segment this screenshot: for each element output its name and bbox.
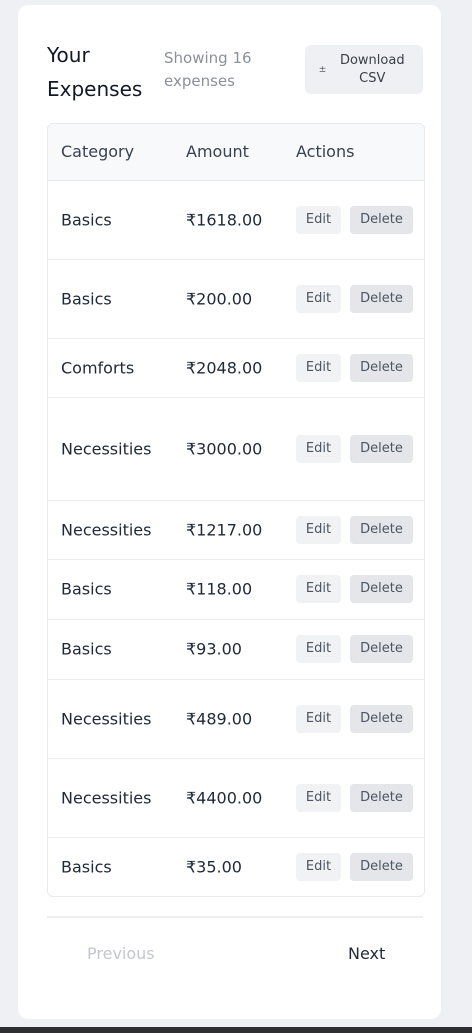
table-row: Basics ₹118.00 Edit Delete [48, 559, 424, 620]
expenses-table: Category Amount Actions Basics ₹1618.00 Ed… [47, 123, 425, 897]
amount-cell: ₹200.00 [186, 289, 253, 308]
table-row: Necessities ₹489.00 Edit Delete [48, 679, 424, 759]
table-row: Necessities ₹4400.00 Edit Delete [48, 758, 424, 838]
edit-button[interactable]: Edit [296, 284, 341, 313]
delete-button[interactable]: Delete [350, 852, 413, 881]
edit-button[interactable]: Edit [296, 783, 341, 812]
previous-button[interactable]: Previous [87, 944, 155, 963]
page-background: Your Expenses Showing 16 expenses ± Down… [0, 0, 472, 1027]
download-icon: ± [318, 64, 327, 75]
category-cell: Necessities [61, 788, 152, 807]
table-row: Basics ₹1618.00 Edit Delete [48, 180, 424, 260]
category-cell: Comforts [61, 358, 135, 377]
category-cell: Basics [61, 857, 112, 876]
amount-cell: ₹93.00 [186, 639, 242, 659]
edit-button[interactable]: Edit [296, 515, 341, 544]
category-cell: Necessities [61, 520, 152, 539]
next-button[interactable]: Next [348, 944, 385, 963]
column-header-amount: Amount [186, 142, 249, 161]
delete-button[interactable]: Delete [350, 635, 413, 663]
category-cell: Basics [61, 579, 112, 599]
column-header-category: Category [61, 142, 135, 161]
category-cell: Necessities [61, 439, 152, 458]
amount-cell: ₹2048.00 [186, 358, 263, 377]
amount-cell: ₹1217.00 [186, 520, 263, 539]
delete-button[interactable]: Delete [350, 575, 413, 603]
table-row: Basics ₹93.00 Edit Delete [48, 619, 424, 680]
table-row: Necessities ₹3000.00 Edit Delete [48, 397, 424, 501]
edit-button[interactable]: Edit [296, 353, 341, 382]
amount-cell: ₹1618.00 [186, 210, 263, 229]
page-title: Your Expenses [47, 43, 143, 101]
delete-button[interactable]: Delete [350, 205, 413, 234]
category-cell: Basics [61, 210, 112, 229]
amount-cell: ₹118.00 [186, 579, 253, 599]
delete-button[interactable]: Delete [350, 783, 413, 812]
table-row: Basics ₹35.00 Edit Delete [48, 837, 424, 896]
delete-button[interactable]: Delete [350, 284, 413, 313]
download-csv-button[interactable]: ± Download CSV [305, 45, 423, 94]
table-row: Comforts ₹2048.00 Edit Delete [48, 338, 424, 398]
edit-button[interactable]: Edit [296, 852, 341, 881]
amount-cell: ₹3000.00 [186, 439, 263, 458]
table-row: Necessities ₹1217.00 Edit Delete [48, 500, 424, 560]
delete-button[interactable]: Delete [350, 434, 413, 463]
expense-count-text: Showing 16 expenses [164, 49, 252, 90]
edit-button[interactable]: Edit [296, 434, 341, 463]
edit-button[interactable]: Edit [296, 205, 341, 234]
amount-cell: ₹489.00 [186, 709, 253, 728]
edit-button[interactable]: Edit [296, 635, 341, 663]
amount-cell: ₹4400.00 [186, 788, 263, 807]
column-header-actions: Actions [296, 142, 355, 161]
table-header: Category Amount Actions [48, 124, 424, 181]
expenses-card: Your Expenses Showing 16 expenses ± Down… [18, 5, 441, 1019]
category-cell: Basics [61, 639, 112, 659]
delete-button[interactable]: Delete [350, 515, 413, 544]
edit-button[interactable]: Edit [296, 704, 341, 733]
divider [47, 916, 423, 918]
edit-button[interactable]: Edit [296, 575, 341, 603]
download-csv-label: Download CSV [339, 52, 405, 86]
delete-button[interactable]: Delete [350, 704, 413, 733]
category-cell: Necessities [61, 709, 152, 728]
amount-cell: ₹35.00 [186, 857, 242, 876]
delete-button[interactable]: Delete [350, 353, 413, 382]
table-row: Basics ₹200.00 Edit Delete [48, 259, 424, 339]
category-cell: Basics [61, 289, 112, 308]
